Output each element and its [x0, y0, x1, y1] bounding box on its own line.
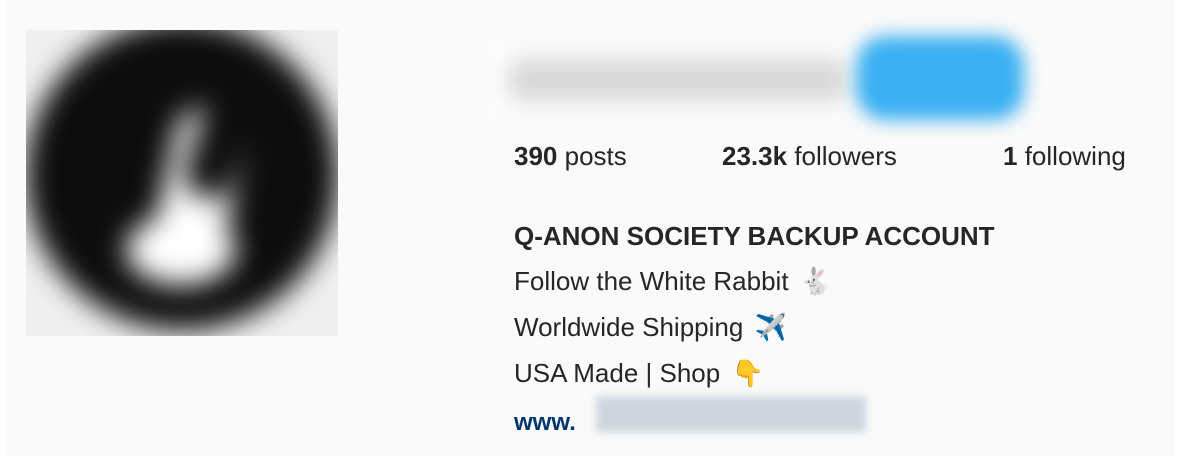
rabbit-icon: 🐇 — [799, 266, 833, 296]
following-label: following — [1024, 141, 1126, 171]
username-row — [484, 36, 1044, 120]
profile-bio: Q-ANON SOCIETY BACKUP ACCOUNT Follow the… — [514, 218, 995, 436]
bio-line: Follow the White Rabbit 🐇 — [514, 258, 995, 304]
bio-link-row: www. — [514, 396, 995, 436]
bio-website-link[interactable]: www. — [514, 400, 576, 446]
posts-stat[interactable]: 390 posts — [514, 140, 722, 172]
posts-count: 390 — [514, 141, 558, 171]
username-text-redacted — [508, 58, 848, 102]
bio-line: USA Made | Shop 👇 — [514, 350, 995, 396]
avatar-figure-base — [126, 215, 236, 285]
followers-label: followers — [794, 141, 897, 171]
pointing-down-icon: 👇 — [731, 358, 764, 388]
profile-display-name: Q-ANON SOCIETY BACKUP ACCOUNT — [514, 221, 995, 251]
airplane-icon: ✈️ — [754, 312, 787, 342]
profile-stats: 390 posts 23.3k followers 1 following — [514, 140, 1126, 172]
followers-count: 23.3k — [722, 141, 788, 171]
follow-button[interactable] — [856, 36, 1024, 120]
following-stat[interactable]: 1 following — [1003, 140, 1126, 172]
profile-avatar[interactable] — [26, 30, 338, 336]
profile-page: 390 posts 23.3k followers 1 following Q-… — [0, 0, 1181, 460]
bio-line: Worldwide Shipping ✈️ — [514, 304, 995, 350]
link-redaction — [596, 396, 866, 432]
bio-line-text: Worldwide Shipping — [514, 312, 744, 342]
bio-line-text: USA Made | Shop — [514, 358, 721, 388]
bio-line-text: Follow the White Rabbit — [514, 266, 789, 296]
posts-label: posts — [564, 141, 627, 171]
avatar-image — [26, 30, 338, 336]
followers-stat[interactable]: 23.3k followers — [722, 140, 1003, 172]
following-count: 1 — [1003, 141, 1018, 171]
